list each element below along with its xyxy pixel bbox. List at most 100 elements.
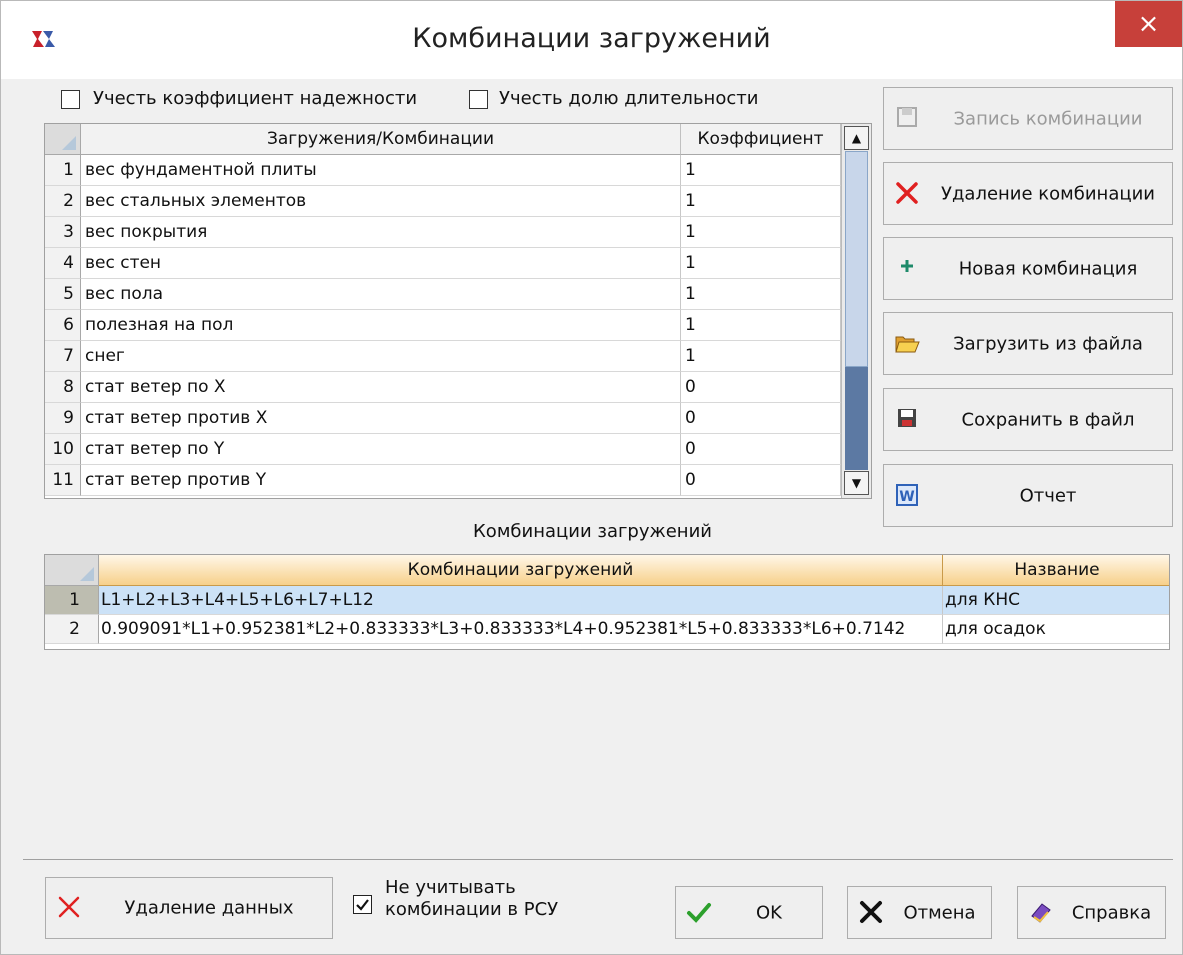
footer-divider	[23, 859, 1173, 860]
load-name-cell[interactable]: вес пола	[81, 279, 681, 310]
checkmark-icon	[356, 899, 369, 911]
delete-combination-label: Удаление комбинации	[941, 183, 1155, 204]
combination-formula-cell[interactable]: 0.909091*L1+0.952381*L2+0.833333*L3+0.83…	[99, 615, 943, 644]
combinations-section-title: Комбинации загружений	[473, 521, 712, 542]
load-name-cell[interactable]: вес фундаментной плиты	[81, 155, 681, 186]
row-number: 5	[45, 279, 81, 310]
row-number: 7	[45, 341, 81, 372]
ignore-in-rsu-checkbox[interactable]	[353, 895, 372, 914]
load-name-cell[interactable]: полезная на пол	[81, 310, 681, 341]
table-row[interactable]: 3 вес покрытия 1	[45, 217, 871, 248]
row-number: 6	[45, 310, 81, 341]
scroll-track[interactable]	[845, 367, 868, 470]
record-combination-label: Запись комбинации	[953, 108, 1143, 129]
save-to-file-button[interactable]: Сохранить в файл	[883, 388, 1173, 451]
coefficient-cell[interactable]: 1	[681, 248, 841, 279]
open-folder-icon	[894, 331, 920, 357]
coefficient-cell[interactable]: 1	[681, 310, 841, 341]
scroll-thumb[interactable]	[845, 151, 868, 367]
word-document-icon: W	[894, 483, 920, 509]
row-number: 1	[45, 155, 81, 186]
load-name-cell[interactable]: стат ветер по Y	[81, 434, 681, 465]
ignore-in-rsu-line2: комбинации в РСУ	[385, 899, 559, 920]
table-row[interactable]: 5 вес пола 1	[45, 279, 871, 310]
duration-checkbox[interactable]	[469, 90, 488, 109]
check-icon	[686, 900, 712, 926]
combinations-table-corner	[45, 555, 99, 586]
load-name-cell[interactable]: стат ветер против X	[81, 403, 681, 434]
ok-button[interactable]: OK	[675, 886, 823, 939]
coefficient-cell[interactable]: 0	[681, 403, 841, 434]
row-number: 8	[45, 372, 81, 403]
delete-combination-button[interactable]: Удаление комбинации	[883, 162, 1173, 225]
load-name-cell[interactable]: вес стальных элементов	[81, 186, 681, 217]
delete-data-button[interactable]: Удаление данных	[45, 877, 333, 939]
save-disk-icon	[894, 407, 920, 433]
ignore-in-rsu-line1: Не учитывать	[385, 877, 516, 898]
row-number: 2	[45, 615, 99, 644]
coefficient-cell[interactable]: 1	[681, 186, 841, 217]
row-number: 11	[45, 465, 81, 496]
vertical-scrollbar[interactable]: ▲ ▼	[841, 124, 871, 498]
dialog-title: Комбинации загружений	[412, 23, 771, 54]
help-button[interactable]: Справка	[1017, 886, 1166, 939]
duration-label: Учесть долю длительности	[499, 88, 759, 109]
close-button[interactable]: ×	[1115, 1, 1182, 47]
report-button[interactable]: W Отчет	[883, 464, 1173, 527]
delete-x-icon	[894, 181, 920, 207]
column-header-loads[interactable]: Загружения/Комбинации	[81, 124, 681, 155]
table-row[interactable]: 2 0.909091*L1+0.952381*L2+0.833333*L3+0.8…	[45, 615, 1169, 644]
table-corner	[45, 124, 81, 155]
coefficient-cell[interactable]: 1	[681, 217, 841, 248]
delete-data-label: Удаление данных	[124, 897, 294, 919]
reliability-checkbox[interactable]	[61, 90, 80, 109]
table-row[interactable]: 11 стат ветер против Y0	[45, 465, 871, 496]
coefficient-cell[interactable]: 0	[681, 465, 841, 496]
column-header-name[interactable]: Название	[943, 555, 1169, 586]
table-row[interactable]: 9 стат ветер против X0	[45, 403, 871, 434]
combination-name-cell[interactable]: для осадок	[943, 615, 1169, 644]
row-number: 3	[45, 217, 81, 248]
help-book-icon	[1028, 900, 1054, 926]
table-row[interactable]: 1 вес фундаментной плиты 1	[45, 155, 871, 186]
load-name-cell[interactable]: стат ветер по X	[81, 372, 681, 403]
scroll-down-icon[interactable]: ▼	[844, 471, 869, 495]
scroll-up-icon[interactable]: ▲	[844, 126, 869, 150]
coefficient-cell[interactable]: 0	[681, 372, 841, 403]
row-number: 9	[45, 403, 81, 434]
load-combinations-dialog: Комбинации загружений × Учесть коэффицие…	[0, 0, 1183, 955]
table-row[interactable]: 4 вес стен 1	[45, 248, 871, 279]
save-disk-icon-disabled	[894, 106, 920, 132]
load-name-cell[interactable]: вес покрытия	[81, 217, 681, 248]
svg-text:W: W	[899, 489, 914, 505]
column-header-combination[interactable]: Комбинации загружений	[99, 555, 943, 586]
load-name-cell[interactable]: снег	[81, 341, 681, 372]
new-combination-button[interactable]: Новая комбинация	[883, 237, 1173, 300]
table-row[interactable]: 1 L1+L2+L3+L4+L5+L6+L7+L12 для КНС	[45, 586, 1169, 615]
title-bar: Комбинации загружений ×	[1, 1, 1182, 79]
table-row[interactable]: 2 вес стальных элементов 1	[45, 186, 871, 217]
table-row[interactable]: 7 снег 1	[45, 341, 871, 372]
help-label: Справка	[1071, 902, 1152, 923]
load-name-cell[interactable]: стат ветер против Y	[81, 465, 681, 496]
row-number: 4	[45, 248, 81, 279]
cancel-x-icon	[858, 900, 884, 926]
load-name-cell[interactable]: вес стен	[81, 248, 681, 279]
coefficient-cell[interactable]: 1	[681, 279, 841, 310]
cancel-button[interactable]: Отмена	[847, 886, 992, 939]
column-header-coefficient[interactable]: Коэффициент	[681, 124, 841, 155]
coefficient-cell[interactable]: 1	[681, 341, 841, 372]
report-label: Отчет	[1019, 485, 1077, 506]
table-row[interactable]: 8 стат ветер по X0	[45, 372, 871, 403]
ok-label: OK	[756, 902, 782, 923]
combination-name-cell[interactable]: для КНС	[943, 586, 1169, 615]
combination-formula-cell[interactable]: L1+L2+L3+L4+L5+L6+L7+L12	[99, 586, 943, 615]
load-from-file-button[interactable]: Загрузить из файла	[883, 312, 1173, 375]
loads-table: Загружения/Комбинации Коэффициент 1 вес ф…	[44, 123, 872, 499]
table-row[interactable]: 6 полезная на пол 1	[45, 310, 871, 341]
save-to-file-label: Сохранить в файл	[961, 409, 1135, 430]
record-combination-button[interactable]: Запись комбинации	[883, 87, 1173, 150]
coefficient-cell[interactable]: 0	[681, 434, 841, 465]
table-row[interactable]: 10 стат ветер по Y0	[45, 434, 871, 465]
coefficient-cell[interactable]: 1	[681, 155, 841, 186]
